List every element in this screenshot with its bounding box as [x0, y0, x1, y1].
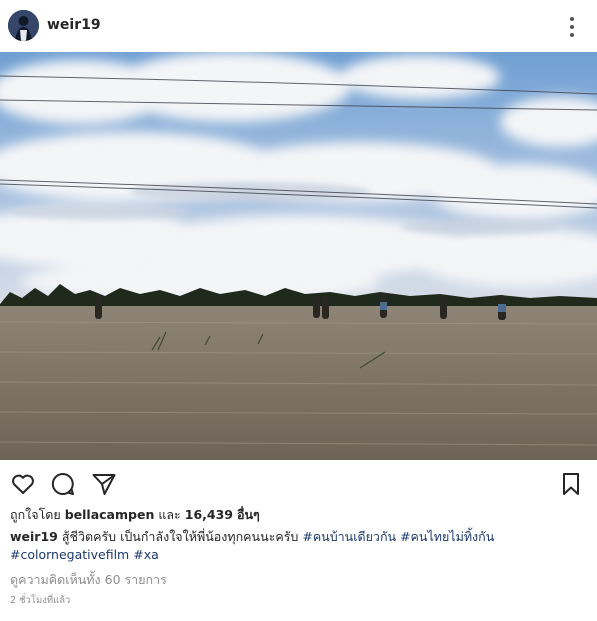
like-count[interactable]: 16,439 [185, 507, 233, 522]
hashtag[interactable]: #colornegativefilm [10, 547, 129, 562]
likes-summary: ถูกใจโดย bellacampen และ 16,439 อื่นๆ [10, 505, 260, 525]
caption-text: สู้ชีวิตครับ เป็นกำลังใจให้พี่น้องทุกคนน… [61, 529, 299, 544]
comment-icon[interactable] [50, 471, 76, 497]
share-icon[interactable] [91, 471, 117, 497]
hashtag[interactable]: #คนไทยไม่ทิ้งกัน [400, 529, 494, 544]
hashtag[interactable]: #xa [133, 547, 159, 562]
liked-by-prefix: ถูกใจโดย [10, 507, 61, 522]
liked-by-and: และ [158, 507, 181, 522]
liked-by-user[interactable]: bellacampen [65, 507, 155, 522]
post-caption: weir19 สู้ชีวิตครับ เป็นกำลังใจให้พี่น้อ… [10, 528, 590, 564]
heart-icon[interactable] [10, 471, 36, 497]
hashtag[interactable]: #คนบ้านเดียวกัน [302, 529, 396, 544]
post-timestamp: 2 ชั่วโมงที่แล้ว [10, 595, 71, 606]
action-bar [0, 466, 597, 502]
avatar[interactable] [8, 10, 39, 41]
post-image[interactable] [0, 52, 597, 460]
bookmark-icon[interactable] [558, 471, 584, 497]
post-header: weir19 [0, 0, 597, 52]
view-comments-link[interactable]: ดูความคิดเห็นทั้ง 60 รายการ [10, 570, 167, 590]
more-options-icon[interactable] [562, 14, 582, 40]
post-username[interactable]: weir19 [47, 17, 101, 33]
caption-username[interactable]: weir19 [10, 529, 58, 544]
liked-by-suffix[interactable]: อื่นๆ [237, 507, 260, 522]
